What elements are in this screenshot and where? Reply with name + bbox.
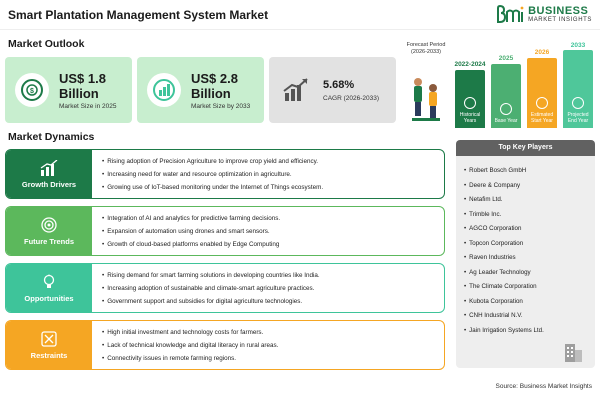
list-item: Trimble Inc. bbox=[464, 208, 544, 223]
cagr-value: 5.68% bbox=[323, 79, 355, 91]
list-item: Lack of technical knowledge and digital … bbox=[102, 339, 278, 352]
restraints-label: Restraints bbox=[6, 321, 92, 369]
timeline-bar-projected: Projected End Year bbox=[563, 50, 593, 128]
growth-drivers-title: Growth Drivers bbox=[21, 179, 77, 189]
page-title: Smart Plantation Management System Marke… bbox=[8, 8, 269, 22]
list-item: Growing use of IoT-based monitoring unde… bbox=[102, 181, 323, 194]
restraints-title: Restraints bbox=[30, 350, 68, 360]
opportunities-list: Rising demand for smart farming solution… bbox=[102, 269, 320, 308]
list-item: Rising adoption of Precision Agriculture… bbox=[102, 155, 323, 168]
market-size-2033-card: US$ 2.8 Billion Market Size by 2033 bbox=[137, 57, 264, 123]
growth-drivers-list: Rising adoption of Precision Agriculture… bbox=[102, 155, 323, 194]
list-item: Netafim Ltd. bbox=[464, 193, 544, 208]
growth-chart-icon bbox=[279, 73, 313, 107]
money-icon bbox=[536, 97, 548, 109]
market-outlook-heading: Market Outlook bbox=[8, 38, 85, 50]
timeline-year-2: 2025 bbox=[498, 55, 514, 62]
opportunities-label: Opportunities bbox=[6, 264, 92, 312]
timeline-year-3: 2026 bbox=[534, 49, 550, 56]
market-dynamics-heading: Market Dynamics bbox=[8, 131, 95, 143]
list-item: Integration of AI and analytics for pred… bbox=[102, 212, 280, 225]
list-item: Growth of cloud-based platforms enabled … bbox=[102, 238, 280, 251]
market-size-2025-card: $ US$ 1.8 Billion Market Size in 2025 bbox=[5, 57, 132, 123]
history-icon bbox=[464, 97, 476, 109]
restraint-icon bbox=[41, 330, 57, 347]
market-size-2025-unit: Billion bbox=[59, 85, 99, 101]
lightbulb-icon bbox=[43, 273, 55, 288]
list-item: Ag Leader Technology bbox=[464, 266, 544, 281]
timeline-year-1: 2022-2024 bbox=[454, 61, 486, 68]
building-icon bbox=[565, 344, 582, 362]
top-key-players-panel: Top Key Players Robert Bosch GmbH Deere … bbox=[456, 140, 595, 368]
cagr-card: 5.68% CAGR (2026-2033) bbox=[269, 57, 396, 123]
future-trends-list: Integration of AI and analytics for pred… bbox=[102, 212, 280, 251]
calendar-icon bbox=[500, 103, 512, 115]
logo-subtext: MARKET INSIGHTS bbox=[528, 16, 592, 23]
list-item: Robert Bosch GmbH bbox=[464, 164, 544, 179]
list-item: AGCO Corporation bbox=[464, 222, 544, 237]
source-note: Source: Business Market Insights bbox=[495, 383, 592, 390]
future-trends-label: Future Trends bbox=[6, 207, 92, 255]
bar-growth-icon bbox=[40, 159, 58, 176]
bmi-logo-icon bbox=[497, 4, 524, 23]
people-illustration-icon bbox=[412, 78, 440, 121]
restraints-list: High initial investment and technology c… bbox=[102, 326, 278, 365]
timeline-bar-base: Base Year bbox=[491, 64, 521, 128]
dollar-target-icon: $ bbox=[15, 73, 49, 107]
list-item: Expansion of automation using drones and… bbox=[102, 225, 280, 238]
list-item: The Climate Corporation bbox=[464, 280, 544, 295]
forecast-period-title: Forecast Period bbox=[406, 42, 446, 48]
timeline-label-4: Projected End Year bbox=[567, 112, 589, 124]
list-item: Increasing adoption of sustainable and c… bbox=[102, 282, 320, 295]
opportunities-block: Opportunities Rising demand for smart fa… bbox=[5, 263, 445, 313]
list-item: Government support and subsidies for dig… bbox=[102, 295, 320, 308]
timeline-year-4: 2033 bbox=[570, 42, 586, 49]
logo: BUSINESS MARKET INSIGHTS bbox=[496, 4, 592, 24]
opportunities-title: Opportunities bbox=[24, 293, 74, 303]
growth-drivers-block: Growth Drivers Rising adoption of Precis… bbox=[5, 149, 445, 199]
list-item: Raven Industries bbox=[464, 251, 544, 266]
timeline-bar-historical: Historical Years bbox=[455, 70, 485, 128]
target-icon bbox=[41, 216, 57, 233]
list-item: Connectivity issues in remote farming re… bbox=[102, 352, 278, 365]
forecast-period-label: Forecast Period (2026-2033) bbox=[406, 42, 446, 56]
future-trends-block: Future Trends Integration of AI and anal… bbox=[5, 206, 445, 256]
list-item: Jain Irrigation Systems Ltd. bbox=[464, 324, 544, 339]
logo-text: BUSINESS bbox=[528, 4, 589, 17]
list-item: High initial investment and technology c… bbox=[102, 326, 278, 339]
list-item: Topcon Corporation bbox=[464, 237, 544, 252]
timeline-label-2: Base Year bbox=[494, 118, 518, 124]
list-item: Rising demand for smart farming solution… bbox=[102, 269, 319, 282]
top-key-players-heading: Top Key Players bbox=[456, 140, 595, 156]
market-size-2033-label: Market Size by 2033 bbox=[191, 102, 251, 110]
timeline-bar-estimated: Estimated Start Year bbox=[527, 58, 557, 128]
growth-drivers-label: Growth Drivers bbox=[6, 150, 92, 198]
list-item: Increasing need for water and resource o… bbox=[102, 168, 323, 181]
market-size-2033-unit: Billion bbox=[191, 85, 231, 101]
future-trends-title: Future Trends bbox=[23, 236, 74, 246]
list-item: CNH Industrial N.V. bbox=[464, 309, 544, 324]
timeline-label-3: Estimated Start Year bbox=[530, 112, 554, 124]
header: Smart Plantation Management System Marke… bbox=[0, 0, 600, 30]
timeline-label-1: Historical Years bbox=[459, 112, 481, 124]
monitor-icon bbox=[572, 97, 584, 109]
cagr-label: CAGR (2026-2033) bbox=[323, 95, 379, 102]
forecast-timeline: Forecast Period (2026-2033) 2022-2024 Hi… bbox=[406, 40, 596, 128]
market-size-2025-label: Market Size in 2025 bbox=[59, 102, 117, 110]
dollar-chart-icon bbox=[147, 73, 181, 107]
market-size-2025-value: US$ 1.8 bbox=[59, 70, 106, 86]
market-size-2033-value: US$ 2.8 bbox=[191, 70, 238, 86]
list-item: Deere & Company bbox=[464, 179, 544, 194]
list-item: Kubota Corporation bbox=[464, 295, 544, 310]
restraints-block: Restraints High initial investment and t… bbox=[5, 320, 445, 370]
players-list: Robert Bosch GmbH Deere & Company Netafi… bbox=[464, 164, 544, 338]
svg-text:$: $ bbox=[30, 88, 34, 95]
forecast-period-range: (2026-2033) bbox=[411, 49, 441, 55]
